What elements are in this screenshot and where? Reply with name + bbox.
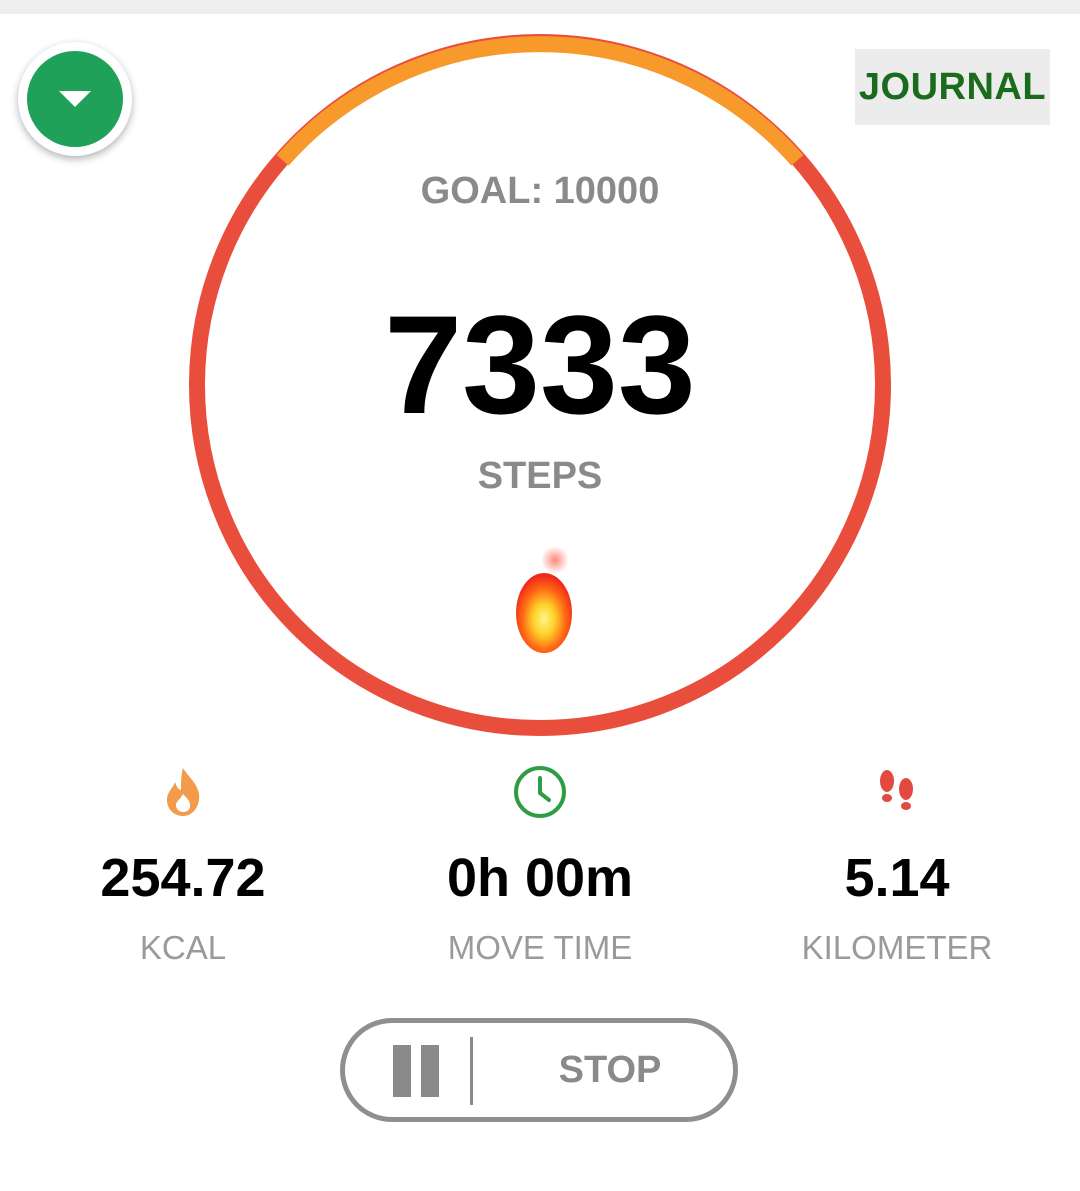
ring-arc-segment xyxy=(276,36,804,166)
tracking-controls: STOP xyxy=(340,1018,738,1122)
status-strip xyxy=(0,0,1080,14)
control-divider xyxy=(470,1037,473,1105)
fireball-icon xyxy=(516,546,572,653)
steps-count: 7333 xyxy=(384,286,696,443)
distance-label: KILOMETER xyxy=(801,929,993,966)
pause-button[interactable] xyxy=(385,1045,445,1097)
steps-label: STEPS xyxy=(477,455,603,497)
dropdown-button-fill xyxy=(27,51,123,147)
move-time-value: 0h 00m xyxy=(446,848,634,908)
distance-stat: 5.14 KILOMETER xyxy=(717,760,1077,968)
chevron-down-icon xyxy=(59,91,91,107)
footprints-icon xyxy=(880,770,913,810)
move-time-label: MOVE TIME xyxy=(447,929,633,966)
dropdown-button[interactable] xyxy=(18,42,132,156)
kcal-stat: 254.72 KCAL xyxy=(3,760,363,968)
stop-button[interactable]: STOP xyxy=(495,1023,725,1117)
flame-icon xyxy=(167,768,200,816)
kcal-label: KCAL xyxy=(139,929,227,966)
move-time-stat: 0h 00m MOVE TIME xyxy=(360,760,720,968)
kcal-value: 254.72 xyxy=(100,848,266,908)
clock-icon xyxy=(514,766,566,818)
distance-value: 5.14 xyxy=(844,848,950,908)
goal-text: GOAL: 10000 xyxy=(420,170,660,212)
